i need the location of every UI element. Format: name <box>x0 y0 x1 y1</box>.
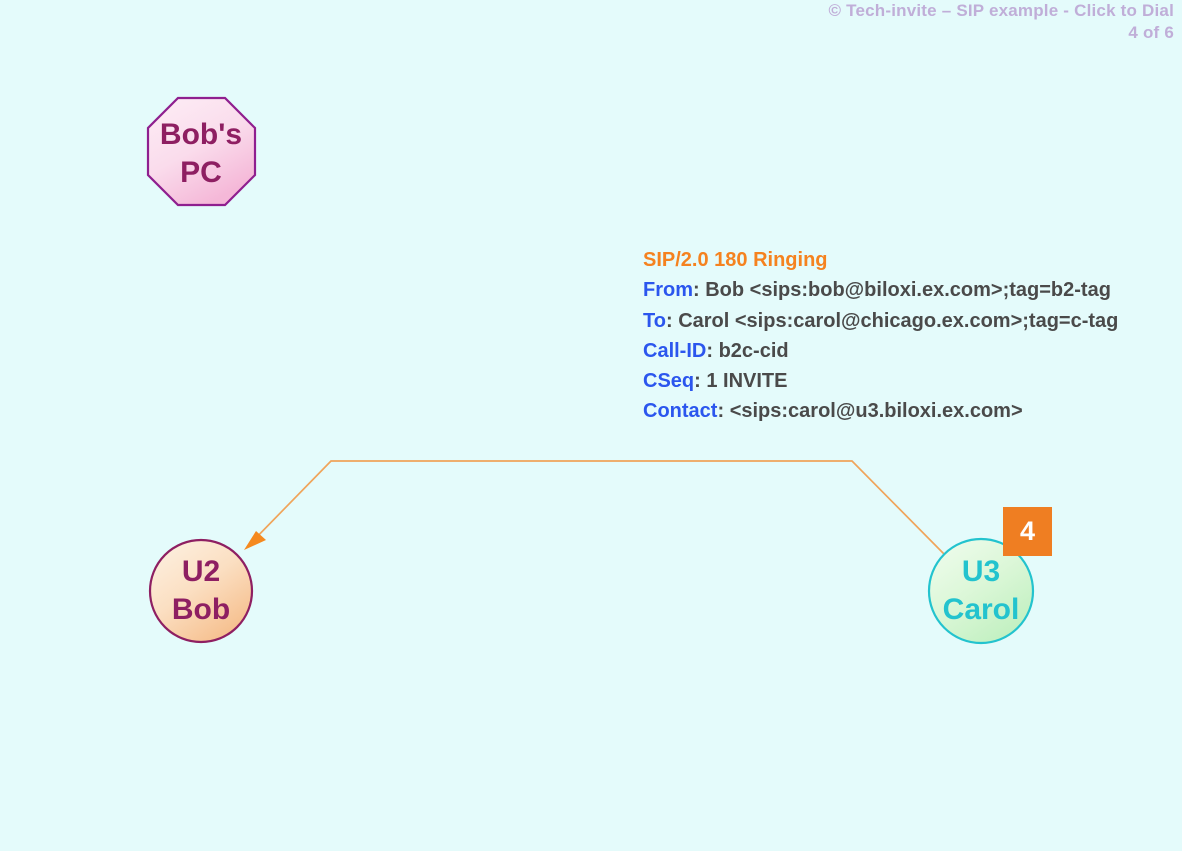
sip-header-name: To <box>643 309 666 332</box>
sip-header-contact: Contact: <sips:carol@u3.biloxi.ex.com> <box>643 396 1163 426</box>
sip-start-line: SIP/2.0 180 Ringing <box>643 249 828 271</box>
sip-header-value: b2c-cid <box>718 339 789 362</box>
sip-header-to: To: Carol <sips:carol@chicago.ex.com>;ta… <box>643 306 1163 336</box>
sip-header-value: 1 INVITE <box>706 370 788 393</box>
sip-header-name: CSeq <box>643 370 695 393</box>
sip-header-name: From <box>643 279 693 302</box>
sip-header-name: Contact <box>643 400 718 423</box>
sip-header-cseq: CSeq: 1 INVITE <box>643 366 1163 396</box>
sip-header-separator: : <box>706 339 714 362</box>
sip-message-block: SIP/2.0 180 Ringing From: Bob <sips:bob@… <box>643 245 1163 427</box>
sip-header-value: Carol <sips:carol@chicago.ex.com>;tag=c-… <box>678 309 1119 332</box>
sip-header-value: Bob <sips:bob@biloxi.ex.com>;tag=b2-tag <box>705 279 1111 302</box>
sip-header-from: From: Bob <sips:bob@biloxi.ex.com>;tag=b… <box>643 275 1163 305</box>
sip-header-separator: : <box>693 279 700 302</box>
sip-header-value: <sips:carol@u3.biloxi.ex.com> <box>729 400 1023 423</box>
sip-header-call-id: Call-ID: b2c-cid <box>643 336 1163 366</box>
sip-header-separator: : <box>717 400 725 423</box>
sip-header-name: Call-ID <box>643 339 707 362</box>
message-arrow-head <box>244 531 266 550</box>
node-bobs-pc[interactable] <box>146 96 257 207</box>
sip-header-separator: : <box>665 309 673 332</box>
node-u2-bob[interactable] <box>148 538 254 644</box>
message-arrow-line <box>248 460 945 555</box>
step-number-badge[interactable]: 4 <box>1003 507 1052 556</box>
sip-header-separator: : <box>694 370 701 393</box>
